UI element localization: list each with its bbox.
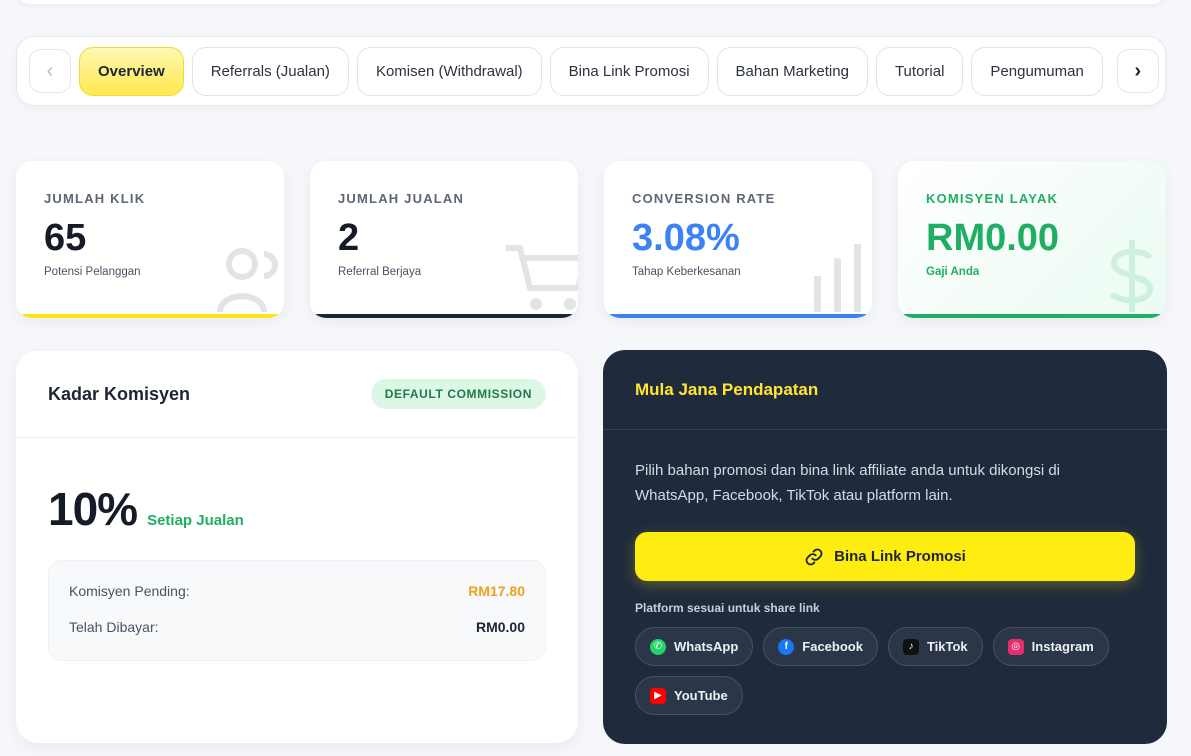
top-card-edge <box>16 0 1166 4</box>
platform-chip-instagram[interactable]: ◎ Instagram <box>992 627 1109 666</box>
users-icon <box>217 248 278 313</box>
tab-bahan-marketing[interactable]: Bahan Marketing <box>716 46 868 96</box>
platform-chip-facebook[interactable]: f Facebook <box>763 627 878 666</box>
tab-overview[interactable]: Overview <box>79 46 184 96</box>
status-badge: DEFAULT COMMISSION <box>370 379 546 409</box>
platform-chip-youtube[interactable]: ▶ YouTube <box>635 676 743 715</box>
platform-chip-tiktok[interactable]: ♪ TikTok <box>887 627 983 666</box>
facebook-icon: f <box>778 638 795 655</box>
commission-rate-row: 10% Setiap Jualan <box>16 438 578 536</box>
paid-value: RM0.00 <box>475 619 525 635</box>
platform-name: WhatsApp <box>674 639 739 654</box>
dollar-icon <box>1109 240 1153 312</box>
stat-card-conversion: CONVERSION RATE 3.08% Tahap Keberkesanan <box>604 161 872 318</box>
platform-name: YouTube <box>674 688 728 703</box>
stat-card-komisyen: KOMISYEN LAYAK RM0.00 Gaji Anda <box>898 161 1166 318</box>
commission-card-header: Kadar Komisyen DEFAULT COMMISSION <box>16 351 578 438</box>
cart-icon <box>506 245 578 310</box>
commission-rate-suffix: Setiap Jualan <box>147 512 244 529</box>
platform-chips: ✆ WhatsApp f Facebook ♪ TikTok ◎ Instagr… <box>603 615 1167 715</box>
bina-link-button[interactable]: Bina Link Promosi <box>635 532 1135 581</box>
tiktok-icon: ♪ <box>902 638 919 655</box>
platform-name: TikTok <box>926 639 968 654</box>
whatsapp-icon: ✆ <box>650 638 666 655</box>
platform-name: Instagram <box>1031 639 1094 654</box>
stat-label: JUMLAH KLIK <box>44 191 146 206</box>
card-accent-bar <box>16 314 284 318</box>
bar-chart-icon <box>814 244 861 312</box>
commission-rate-value: 10% <box>48 483 138 535</box>
card-accent-bar <box>310 314 578 318</box>
paid-label: Telah Dibayar: <box>69 619 159 635</box>
promo-title: Mula Jana Pendapatan <box>635 379 819 399</box>
youtube-icon: ▶ <box>650 687 666 704</box>
platform-label: Platform sesuai untuk share link <box>635 601 820 615</box>
stat-card-klik: JUMLAH KLIK 65 Potensi Pelanggan <box>16 161 284 318</box>
promo-description: Pilih bahan promosi dan bina link affili… <box>635 462 1061 504</box>
tab-referrals[interactable]: Referrals (Jualan) <box>191 46 349 96</box>
tab-bina-link[interactable]: Bina Link Promosi <box>549 46 709 96</box>
pending-row: Komisyen Pending: RM17.80 <box>69 583 525 599</box>
tab-pengumuman[interactable]: Pengumuman <box>971 46 1103 96</box>
commission-summary-box: Komisyen Pending: RM17.80 Telah Dibayar:… <box>48 560 546 661</box>
commission-title: Kadar Komisyen <box>48 383 191 404</box>
stat-label: CONVERSION RATE <box>632 191 776 206</box>
stat-card-jualan: JUMLAH JUALAN 2 Referral Berjaya <box>310 161 578 318</box>
link-icon <box>805 548 823 565</box>
tab-komisen[interactable]: Komisen (Withdrawal) <box>356 46 542 96</box>
tabs-prev-button[interactable]: ‹ <box>29 49 71 93</box>
card-accent-bar <box>898 314 1166 318</box>
commission-rate-card: Kadar Komisyen DEFAULT COMMISSION 10% Se… <box>16 351 578 743</box>
tab-tutorial[interactable]: Tutorial <box>875 46 964 96</box>
promo-card-header: Mula Jana Pendapatan <box>603 350 1167 430</box>
stat-label: JUMLAH JUALAN <box>338 191 465 206</box>
platform-chip-whatsapp[interactable]: ✆ WhatsApp <box>635 627 754 666</box>
platform-name: Facebook <box>802 639 863 654</box>
instagram-icon: ◎ <box>1007 638 1024 655</box>
card-accent-bar <box>604 314 872 318</box>
tabs-navigation: ‹ Overview Referrals (Jualan) Komisen (W… <box>16 36 1166 106</box>
stat-label: KOMISYEN LAYAK <box>926 191 1059 206</box>
pending-label: Komisyen Pending: <box>69 583 190 599</box>
tabs-next-button[interactable]: › <box>1116 49 1159 93</box>
pending-value: RM17.80 <box>468 583 525 599</box>
paid-row: Telah Dibayar: RM0.00 <box>69 619 525 635</box>
promo-card: Mula Jana Pendapatan Pilih bahan promosi… <box>603 350 1167 744</box>
bina-link-label: Bina Link Promosi <box>834 548 966 565</box>
